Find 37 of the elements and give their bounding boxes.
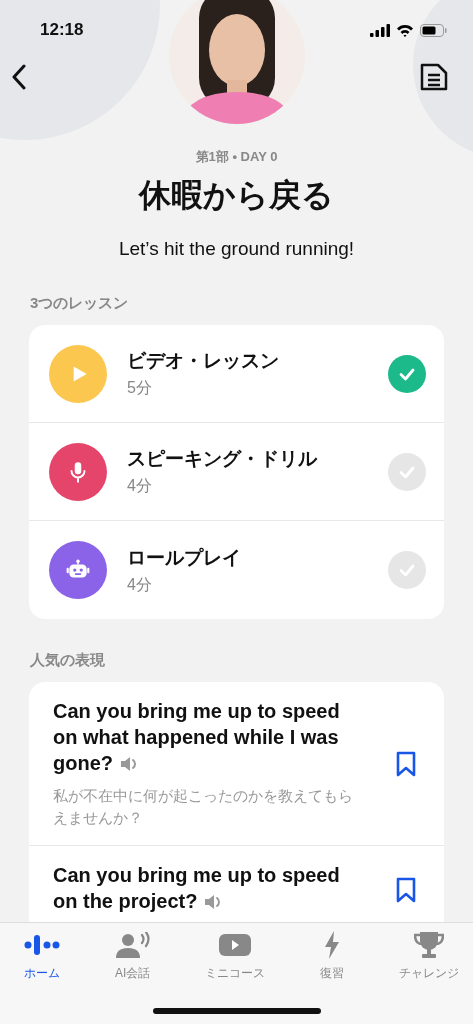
signal-icon — [370, 23, 390, 37]
bookmark-icon[interactable] — [396, 750, 416, 777]
trophy-icon — [413, 931, 444, 959]
tab-item[interactable]: 復習 — [320, 931, 345, 985]
battery-icon — [420, 23, 447, 37]
person-speaking-icon — [115, 931, 150, 959]
status-time: 12:18 — [40, 20, 84, 40]
play-icon — [49, 344, 107, 403]
microphone-icon — [49, 442, 107, 501]
robot-icon — [49, 541, 107, 599]
tagline: Let’s hit the ground running! — [118, 238, 355, 260]
lesson-item[interactable]: ビデオ・レッスン 5分 — [29, 325, 444, 423]
tab-item[interactable]: ミニコース — [205, 931, 266, 985]
tab-item[interactable]: AI会話 — [114, 931, 151, 985]
lesson-item[interactable]: ロールプレイ 4分 — [29, 521, 444, 619]
lesson-item[interactable]: スピーキング・ドリル 4分 — [29, 423, 444, 521]
lesson-duration: 5分 — [127, 378, 153, 398]
lesson-title: スピーキング・ドリル — [127, 447, 318, 471]
video-play-icon — [219, 931, 252, 959]
lesson-duration: 4分 — [127, 476, 153, 496]
wifi-icon — [396, 23, 414, 37]
tab-item[interactable]: チャレンジ — [398, 931, 459, 985]
lightning-icon — [324, 931, 341, 959]
phrase-text: Can you bring me up to speed on what happened while I was gone? — [53, 698, 359, 779]
tab-item[interactable]: ホーム — [24, 931, 60, 985]
section-title: 3つのレッスン — [30, 294, 130, 313]
phrase-translation: 私が不在中に何が起こったのかを教えてもらえませんか？ — [53, 786, 354, 828]
lesson-duration: 4分 — [127, 574, 153, 595]
lesson-title: ビデオ・レッスン — [127, 349, 280, 373]
bookmark-icon[interactable] — [396, 876, 416, 903]
lesson-title: 休暇から戻る — [139, 176, 334, 215]
document-icon[interactable] — [419, 62, 449, 92]
back-button[interactable] — [10, 64, 28, 90]
phrase-text: Can you bring me up to speed on the project? — [53, 862, 359, 917]
lesson-subtitle: 第1部 • DAY 0 — [195, 148, 278, 166]
lesson-title: ロールプレイ — [127, 545, 242, 570]
section-title: 人気の表現 — [30, 651, 106, 670]
